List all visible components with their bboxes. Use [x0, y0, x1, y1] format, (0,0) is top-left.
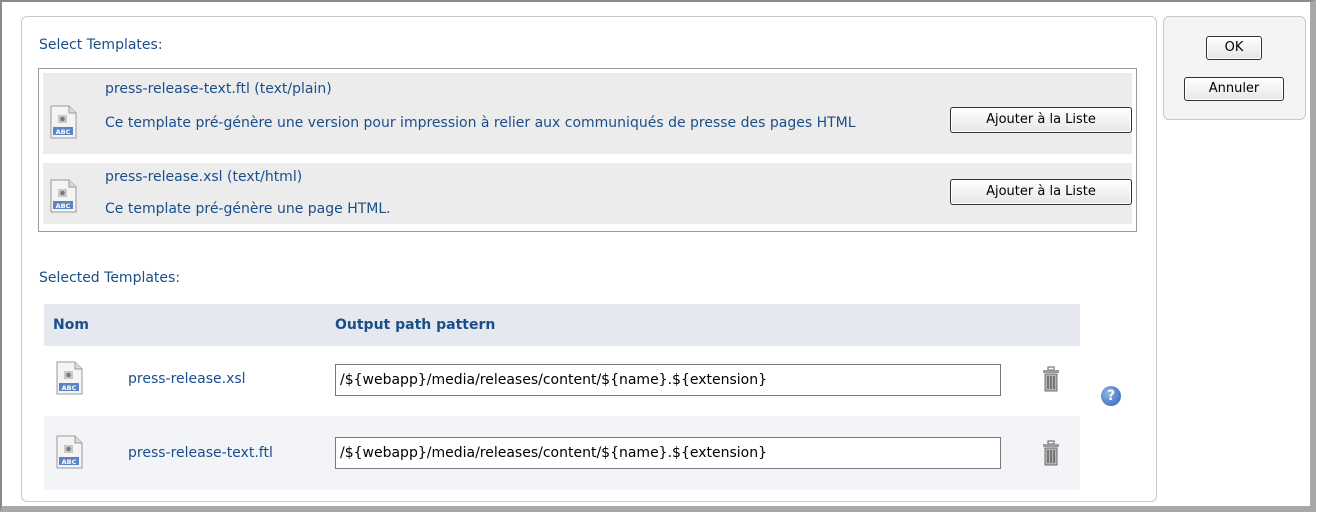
template-file-icon — [49, 105, 77, 139]
template-file-icon — [55, 435, 83, 469]
table-row: press-release-text.ftl — [44, 416, 1080, 490]
column-header-name: Nom — [53, 317, 89, 333]
template-name[interactable]: press-release-text.ftl (text/plain) — [105, 81, 332, 97]
table-row: press-release.xsl — [44, 346, 1080, 416]
template-name[interactable]: press-release.xsl (text/html) — [105, 169, 302, 185]
selected-templates-title: Selected Templates: — [39, 270, 181, 286]
template-file-icon — [49, 179, 77, 213]
output-path-field[interactable] — [335, 364, 1001, 396]
ok-button[interactable]: OK — [1206, 36, 1262, 60]
add-to-list-button[interactable]: Ajouter à la Liste — [950, 179, 1132, 205]
selected-templates-table: Nom Output path pattern press-release.xs… — [44, 304, 1080, 490]
add-to-list-button[interactable]: Ajouter à la Liste — [950, 107, 1132, 133]
list-item[interactable]: press-release.xsl (text/html) Ce templat… — [43, 163, 1132, 224]
select-templates-title: Select Templates: — [39, 37, 163, 53]
template-description: Ce template pré-génère une page HTML. — [105, 201, 391, 217]
template-description: Ce template pré-génère une version pour … — [105, 115, 856, 131]
output-path-field[interactable] — [335, 437, 1001, 469]
list-item[interactable]: press-release-text.ftl (text/plain) Ce t… — [43, 73, 1132, 154]
available-templates-list: press-release-text.ftl (text/plain) Ce t… — [38, 68, 1137, 232]
trash-icon[interactable] — [1042, 440, 1060, 466]
column-header-output-path: Output path pattern — [335, 317, 496, 333]
selected-template-name: press-release.xsl — [128, 371, 246, 387]
template-file-icon — [55, 361, 83, 395]
selected-template-name: press-release-text.ftl — [128, 445, 273, 461]
cancel-button[interactable]: Annuler — [1184, 77, 1284, 101]
actions-panel: OK Annuler — [1163, 16, 1306, 120]
table-header: Nom Output path pattern — [44, 304, 1080, 346]
help-icon[interactable]: ? — [1101, 386, 1121, 406]
trash-icon[interactable] — [1042, 366, 1060, 392]
